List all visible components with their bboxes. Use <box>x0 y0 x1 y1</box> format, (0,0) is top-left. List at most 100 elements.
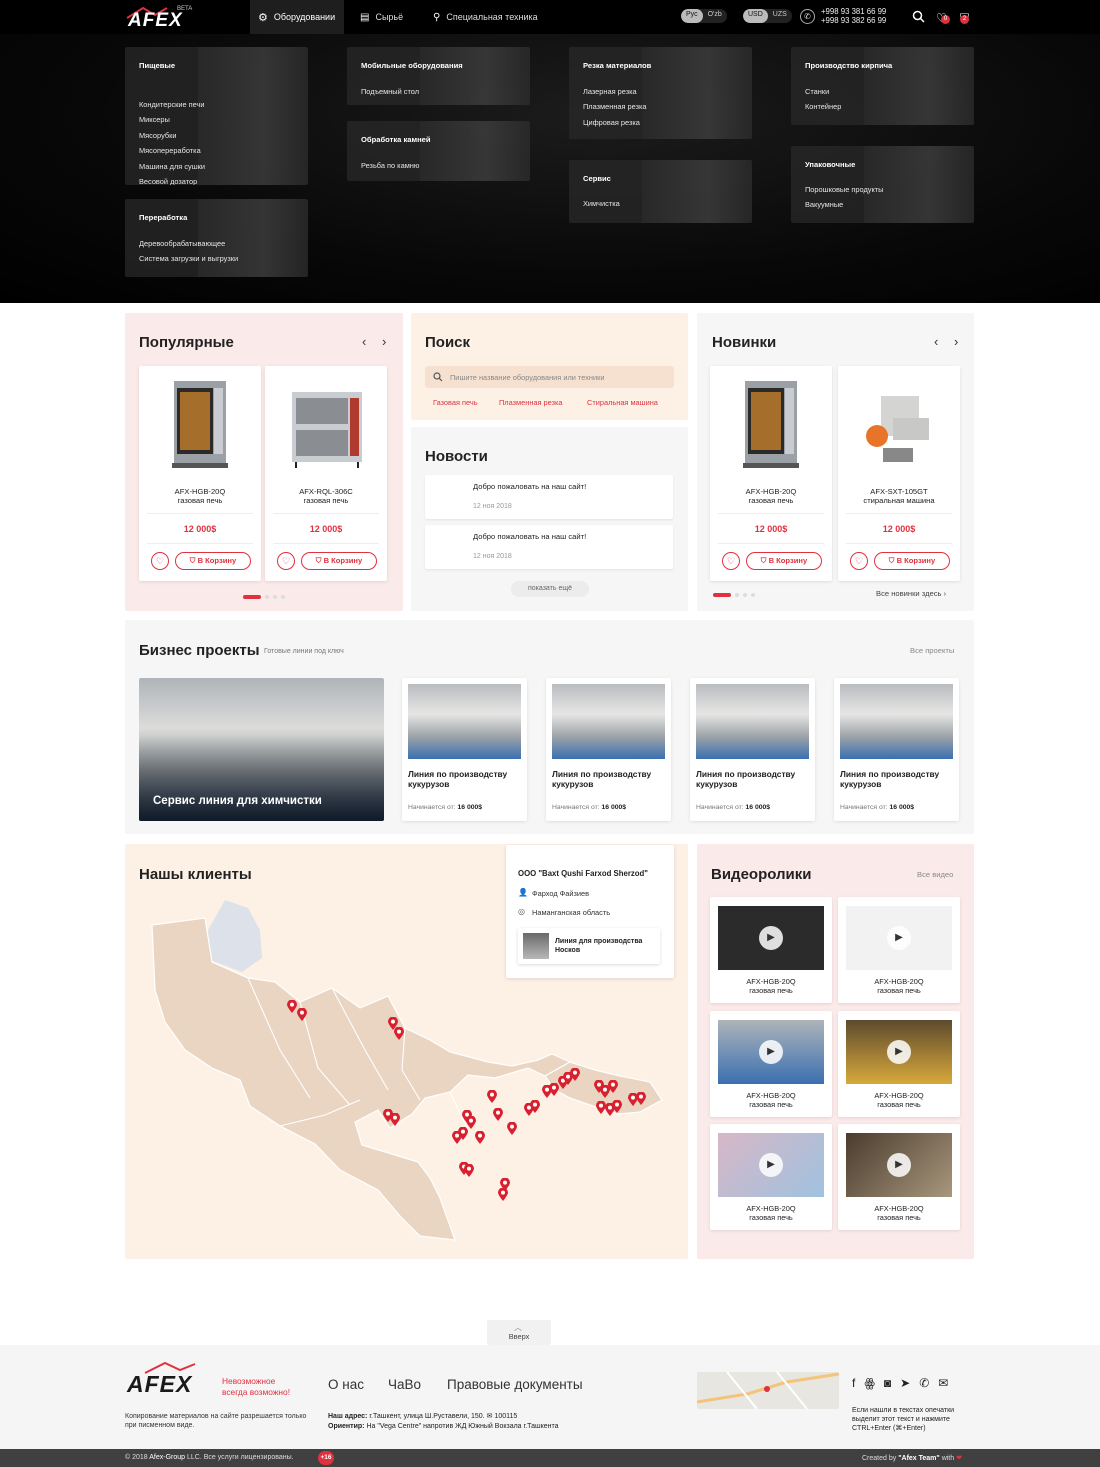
nav-tab-special[interactable]: ⚲ Специальная техника <box>433 0 538 34</box>
lang-uz[interactable]: O'zb <box>703 9 727 23</box>
map-pin-icon[interactable] <box>464 1164 474 1177</box>
map-pin-icon[interactable] <box>498 1188 508 1201</box>
play-icon[interactable]: ▶ <box>887 926 911 950</box>
menu-item[interactable]: Лазерная резка <box>583 87 637 96</box>
search-icon[interactable] <box>912 10 925 23</box>
map-pin-icon[interactable] <box>612 1100 622 1113</box>
menu-item[interactable]: Мясорубки <box>139 131 176 140</box>
cart-button[interactable]: ⛉ 2 <box>960 9 969 27</box>
menu-item[interactable]: Порошковые продукты <box>805 185 883 194</box>
chevron-left-icon[interactable]: ‹ <box>934 334 938 349</box>
show-more-button[interactable]: показать ещё <box>511 581 589 597</box>
search-tag[interactable]: Газовая печь <box>433 398 478 407</box>
footer-logo[interactable]: AFEX <box>125 1361 220 1397</box>
product-card[interactable]: AFX-HGB-20Q газовая печь 12 000$ ♡ ⛉ В К… <box>710 366 832 581</box>
featured-project[interactable]: Сервис линия для химчистки <box>139 678 384 821</box>
menu-item[interactable]: Плазменная резка <box>583 102 647 111</box>
heart-icon[interactable]: ♡ <box>722 552 740 570</box>
map-pin-icon[interactable] <box>394 1027 404 1040</box>
heart-icon[interactable]: ♡ <box>850 552 868 570</box>
currency-usd[interactable]: USD <box>743 9 768 23</box>
video-card[interactable]: ▶ AFX-HGB-20Q газовая печь <box>710 897 832 1003</box>
menu-item[interactable]: Машина для сушки <box>139 162 205 171</box>
menu-card-title[interactable]: Переработка <box>139 213 187 222</box>
map-pin-icon[interactable] <box>636 1092 646 1105</box>
menu-item[interactable]: Деревообрабатывающее <box>139 239 225 248</box>
carousel-dot[interactable] <box>281 595 285 599</box>
map-pin-icon[interactable] <box>507 1122 517 1135</box>
map-pin-icon[interactable] <box>570 1068 580 1081</box>
phone-1[interactable]: +998 93 381 66 99 <box>821 7 886 16</box>
lang-ru[interactable]: Рус <box>681 9 703 23</box>
wechat-icon[interactable]: ✉ <box>938 1376 948 1390</box>
menu-item[interactable]: Контейнер <box>805 102 841 111</box>
menu-item[interactable]: Миксеры <box>139 115 170 124</box>
play-icon[interactable]: ▶ <box>887 1153 911 1177</box>
carousel-dot[interactable] <box>243 595 261 599</box>
menu-item[interactable]: Мясопереработка <box>139 146 201 155</box>
map-pin-icon[interactable] <box>390 1113 400 1126</box>
currency-uzs[interactable]: UZS <box>768 9 792 23</box>
project-card[interactable]: Линия по производству кукурузов Начинает… <box>834 678 959 821</box>
search-tag[interactable]: Стиральная машина <box>587 398 658 407</box>
menu-card-title[interactable]: Обработка камней <box>361 135 431 144</box>
telegram-icon[interactable]: ➤ <box>900 1376 910 1390</box>
carousel-dots[interactable] <box>713 593 755 597</box>
menu-item[interactable]: Кондитерские печи <box>139 100 205 109</box>
map-pin-icon[interactable] <box>297 1008 307 1021</box>
product-card[interactable]: AFX-RQL-306C газовая печь 12 000$ ♡ ⛉ В … <box>265 366 387 581</box>
chevron-right-icon[interactable]: › <box>382 334 386 349</box>
all-new-link[interactable]: Все новинки здесь › <box>876 589 946 598</box>
instagram-icon[interactable]: ◙ <box>884 1376 891 1390</box>
menu-card-title[interactable]: Резка материалов <box>583 61 651 70</box>
play-icon[interactable]: ▶ <box>887 1040 911 1064</box>
map-pin-icon[interactable] <box>493 1108 503 1121</box>
nav-tab-equipment[interactable]: ⚙ Оборудовании <box>250 0 344 34</box>
add-to-cart-button[interactable]: ⛉ В Корзину <box>746 552 822 570</box>
carousel-dot[interactable] <box>735 593 739 597</box>
client-product[interactable]: Линия для производства Носков <box>518 928 660 964</box>
play-icon[interactable]: ▶ <box>759 926 783 950</box>
product-card[interactable]: AFX-SXT-105GT стиральная машина 12 000$ … <box>838 366 960 581</box>
menu-item[interactable]: Вакуумные <box>805 200 843 209</box>
menu-item[interactable]: Подъемный стол <box>361 87 419 96</box>
carousel-dots[interactable] <box>243 595 285 599</box>
search-input[interactable]: Пишите название оборудования или техники <box>425 366 674 388</box>
heart-icon[interactable]: ♡ <box>277 552 295 570</box>
chevron-right-icon[interactable]: › <box>954 334 958 349</box>
project-card[interactable]: Линия по производству кукурузов Начинает… <box>402 678 527 821</box>
facebook-icon[interactable]: f <box>852 1376 855 1390</box>
menu-card-title[interactable]: Пищевые <box>139 61 175 70</box>
add-to-cart-button[interactable]: ⛉ В Корзину <box>175 552 251 570</box>
video-card[interactable]: ▶ AFX-HGB-20Q газовая печь <box>710 1011 832 1117</box>
map-pin-icon[interactable] <box>458 1127 468 1140</box>
carousel-dot[interactable] <box>713 593 731 597</box>
play-icon[interactable]: ▶ <box>759 1040 783 1064</box>
news-item[interactable]: Добро пожаловать на наш сайт! 12 ноя 201… <box>425 525 673 569</box>
menu-item[interactable]: Цифровая резка <box>583 118 640 127</box>
created-brand[interactable]: "Afex Team" <box>898 1455 940 1462</box>
add-to-cart-button[interactable]: ⛉ В Корзину <box>301 552 377 570</box>
favorites-button[interactable]: ♡ 0 <box>936 9 950 27</box>
menu-item[interactable]: Весовой дозатор <box>139 177 197 185</box>
back-to-top-button[interactable]: ︿ Вверх <box>487 1320 551 1345</box>
menu-card-title[interactable]: Упаковочные <box>805 160 855 169</box>
chevron-left-icon[interactable]: ‹ <box>362 334 366 349</box>
menu-item[interactable]: Химчистка <box>583 199 620 208</box>
video-card[interactable]: ▶ AFX-HGB-20Q газовая печь <box>710 1124 832 1230</box>
map-pin-icon[interactable] <box>530 1100 540 1113</box>
menu-card-title[interactable]: Сервис <box>583 174 611 183</box>
add-to-cart-button[interactable]: ⛉ В Корзину <box>874 552 950 570</box>
footer-link-legal[interactable]: Правовые документы <box>447 1377 583 1392</box>
play-icon[interactable]: ▶ <box>759 1153 783 1177</box>
footer-link-about[interactable]: О нас <box>328 1377 364 1392</box>
footer-map[interactable] <box>697 1372 839 1409</box>
map-pin-icon[interactable] <box>608 1080 618 1093</box>
video-card[interactable]: ▶ AFX-HGB-20Q газовая печь <box>838 1011 960 1117</box>
all-videos-link[interactable]: Все видео <box>917 870 953 879</box>
carousel-dot[interactable] <box>751 593 755 597</box>
project-card[interactable]: Линия по производству кукурузов Начинает… <box>546 678 671 821</box>
video-card[interactable]: ▶ AFX-HGB-20Q газовая печь <box>838 1124 960 1230</box>
menu-item[interactable]: Станки <box>805 87 829 96</box>
phone-2[interactable]: +998 93 382 66 99 <box>821 16 886 25</box>
